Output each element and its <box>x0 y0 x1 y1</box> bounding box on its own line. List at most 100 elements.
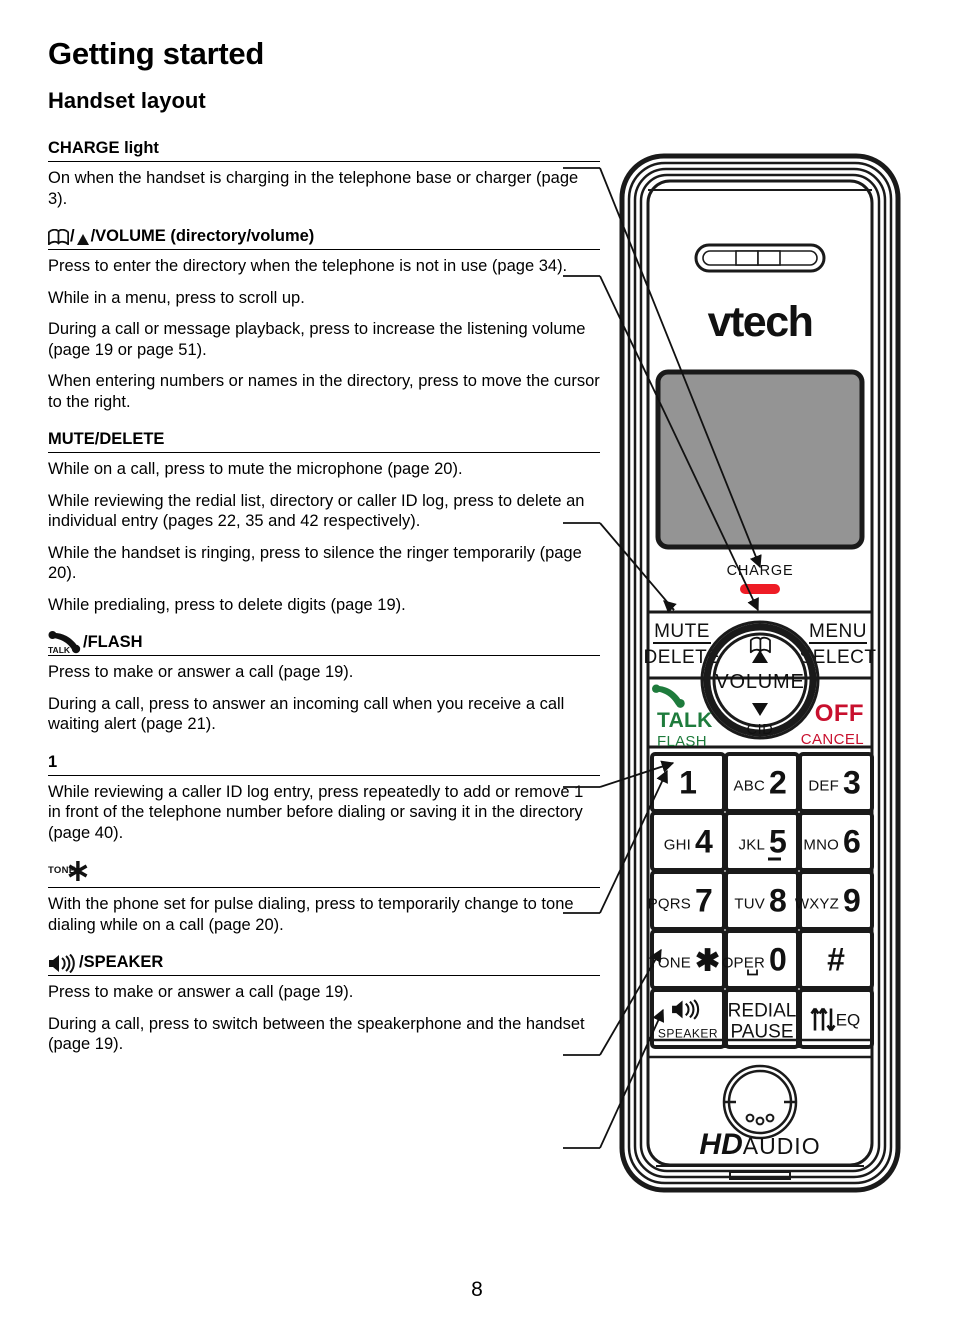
key-letters: OPER <box>722 955 765 972</box>
feature-paragraph: When entering numbers or names in the di… <box>48 372 600 411</box>
keypad-key-EQ[interactable]: EQ <box>798 988 874 1049</box>
feature-paragraph: On when the handset is charging in the t… <box>48 169 579 208</box>
keypad-key-3[interactable]: DEF 3 <box>798 752 874 813</box>
feature-body-charge-light: On when the handset is charging in the t… <box>48 168 600 209</box>
feature-heading-tone-star: TONE <box>48 858 600 887</box>
key-letters: GHI <box>664 837 691 854</box>
feature-paragraph: With the phone set for pulse dialing, pr… <box>48 895 574 934</box>
key-letters: ABC <box>734 778 765 795</box>
key-digit: 1 <box>679 765 697 801</box>
svg-text:MUTE: MUTE <box>654 621 710 642</box>
keypad-key-REDIAL[interactable]: REDIALPAUSE <box>724 988 800 1049</box>
feature-entry-charge-light: CHARGE light On when the handset is charg… <box>48 136 600 209</box>
feature-heading-label: /FLASH <box>83 633 143 651</box>
svg-text:TALK: TALK <box>48 645 71 654</box>
key-digit: 7 <box>695 883 713 919</box>
feature-heading-key-one: 1 <box>48 750 600 775</box>
cid-label: CID <box>747 722 774 738</box>
handset-diagram: vtech CHARGE MUTE DELETE MENU SELECT VOL… <box>600 150 920 1195</box>
keypad-key-8[interactable]: TUV 8 <box>724 870 800 931</box>
feature-heading-talk-flash: TALK/FLASH <box>48 630 600 655</box>
hd-logo-bold: HD <box>699 1128 742 1161</box>
equalizer-icon <box>810 1007 836 1032</box>
feature-heading-mute-delete: MUTE/DELETE <box>48 427 600 452</box>
key-digit: # <box>827 942 845 978</box>
keypad-key-#[interactable]: # <box>798 929 874 990</box>
talk-handset-icon: TALK <box>48 630 82 654</box>
up-triangle-icon <box>76 233 90 246</box>
key-digit: 2 <box>769 765 787 801</box>
key-letters: PQRS <box>648 896 691 913</box>
svg-text:TALK: TALK <box>657 709 713 732</box>
svg-text:HDAUDIO: HDAUDIO <box>699 1128 820 1161</box>
feature-heading-label: 1 <box>48 752 58 771</box>
feature-heading-directory-volume: / /VOLUME (directory/volume) <box>48 224 600 249</box>
feature-paragraph: While reviewing the redial list, directo… <box>48 491 585 531</box>
key-five-tactile-bar <box>768 857 781 861</box>
keypad[interactable]: 1 ABC 2 DEF 3GHI 4 JKL 5 MNO 6PQRS 7 TUV 8 WXYZ 9TONE ✱… <box>648 752 874 1049</box>
feature-body-directory-volume: Press to enter the directory when the te… <box>48 256 600 412</box>
keypad-key-6[interactable]: MNO 6 <box>798 811 874 872</box>
feature-heading-label: /SPEAKER <box>79 953 164 971</box>
page-number: 8 <box>471 1278 483 1301</box>
keypad-key-SPEAKER[interactable]: SPEAKER <box>650 988 726 1049</box>
heading-rule <box>48 887 600 888</box>
feature-description-list: CHARGE light On when the handset is charg… <box>48 136 600 1070</box>
feature-entry-talk-flash: TALK/FLASH Press to make or answer a call… <box>48 630 600 735</box>
section-subtitle: Handset layout <box>48 88 206 113</box>
feature-body-mute-delete: While on a call, press to mute the micro… <box>48 459 600 615</box>
feature-paragraph: During a call, press to switch between t… <box>48 1014 585 1054</box>
keypad-key-4[interactable]: GHI 4 <box>650 811 726 872</box>
lcd-screen <box>655 369 865 550</box>
keypad-key-5[interactable]: JKL 5 <box>724 811 800 872</box>
charge-led-indicator <box>740 584 780 594</box>
feature-entry-tone-star: TONE With the phone set for pulse dialing… <box>48 858 600 935</box>
page-title: Getting started <box>48 36 264 71</box>
keypad-key-2[interactable]: ABC 2 <box>724 752 800 813</box>
volume-label: VOLUME <box>715 671 804 693</box>
keypad-key-1[interactable]: 1 <box>650 752 726 813</box>
feature-entry-speaker: /SPEAKER Press to make or answer a call (… <box>48 950 600 1055</box>
feature-heading-label: /VOLUME (directory/volume) <box>90 227 315 245</box>
key-sublabel: SPEAKER <box>658 1027 718 1041</box>
book-icon <box>48 229 69 246</box>
heading-rule <box>48 161 600 162</box>
hd-logo-light: AUDIO <box>743 1133 821 1159</box>
key-digit: ✱ <box>695 945 720 978</box>
feature-heading-label: MUTE/DELETE <box>48 430 165 448</box>
feature-paragraph: While on a call, press to mute the micro… <box>48 460 463 478</box>
feature-heading-label: CHARGE light <box>48 139 159 157</box>
key-digit: 3 <box>843 765 861 801</box>
keypad-key-✱[interactable]: TONE ✱ <box>649 929 726 990</box>
key-digit: 5 <box>769 824 787 860</box>
feature-entry-mute-delete: MUTE/DELETE While on a call, press to mut… <box>48 427 600 615</box>
feature-body-talk-flash: Press to make or answer a call (page 19)… <box>48 662 600 735</box>
feature-paragraph: While the handset is ringing, press to s… <box>48 543 582 583</box>
heading-separator: / <box>70 227 75 245</box>
keypad-key-0[interactable]: OPER 0 <box>722 929 800 990</box>
svg-text:OFF: OFF <box>815 700 864 727</box>
heading-rule <box>48 452 600 453</box>
svg-text:CANCEL: CANCEL <box>801 731 864 748</box>
feature-entry-key-one: 1 While reviewing a caller ID log entry, … <box>48 750 600 844</box>
key-digit: 0 <box>769 942 787 978</box>
feature-paragraph: During a call, press to answer an incomi… <box>48 694 565 734</box>
feature-paragraph: While reviewing a caller ID log entry, p… <box>48 782 584 842</box>
key-digit: 8 <box>769 883 787 919</box>
keypad-key-9[interactable]: WXYZ 9 <box>795 870 874 931</box>
keypad-key-7[interactable]: PQRS 7 <box>648 870 726 931</box>
earpiece-icon <box>694 243 826 273</box>
key-letters: DEF <box>808 778 839 795</box>
heading-rule <box>48 249 600 250</box>
feature-paragraph: Press to make or answer a call (page 19)… <box>48 983 354 1001</box>
key-label: EQ <box>836 1011 861 1030</box>
feature-entry-directory-volume: / /VOLUME (directory/volume) Press to ente… <box>48 224 600 412</box>
svg-text:FLASH: FLASH <box>657 733 707 750</box>
feature-paragraph: While in a menu, press to scroll up. <box>48 288 305 307</box>
feature-heading-charge-light: CHARGE light <box>48 136 600 161</box>
speaker-icon <box>48 954 78 973</box>
key-digit: 4 <box>695 824 713 860</box>
key-digit: 9 <box>843 883 861 919</box>
key-label: REDIAL <box>728 1001 797 1022</box>
charge-label: CHARGE <box>727 563 794 579</box>
